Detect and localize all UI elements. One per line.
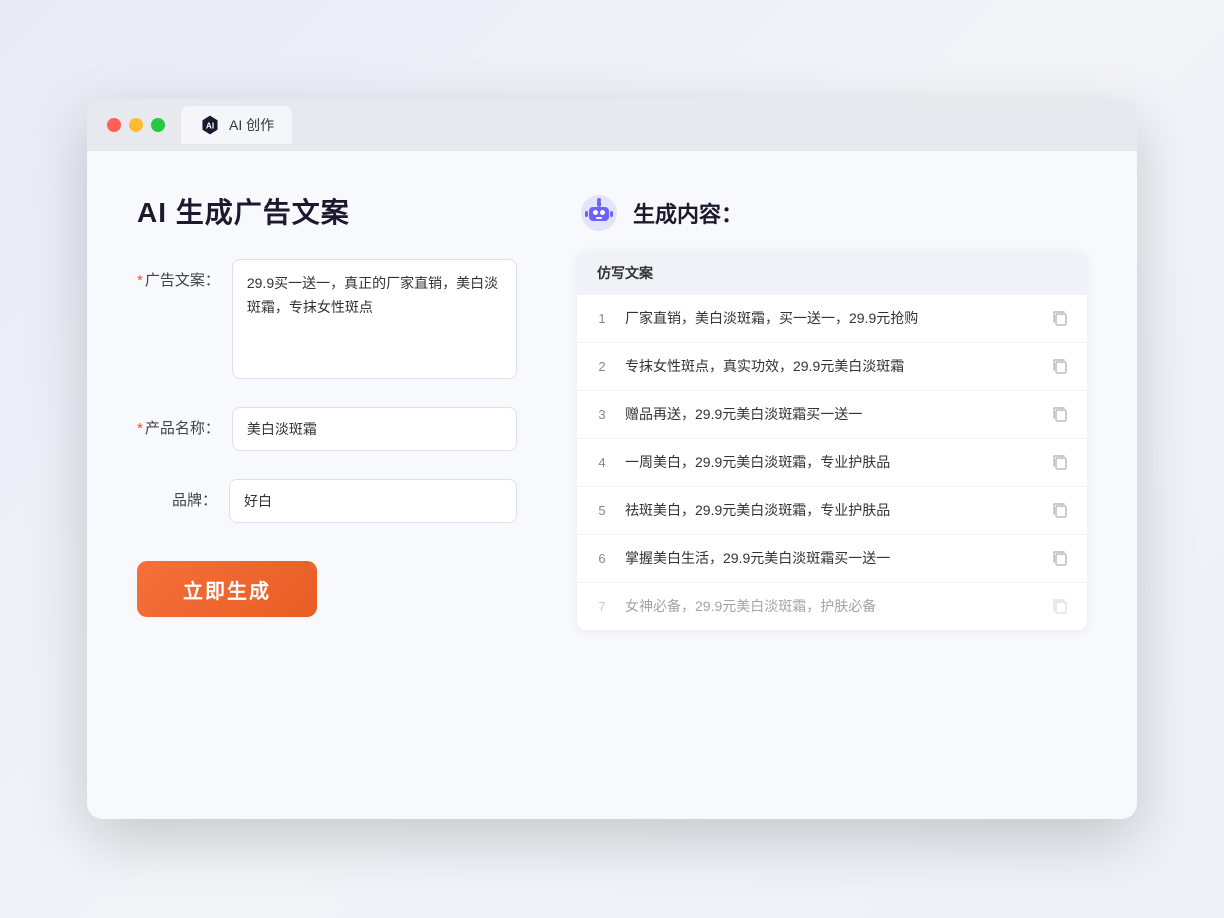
column-label: 仿写文案 [597, 265, 653, 281]
copy-icon[interactable] [1051, 405, 1071, 425]
ai-tab-icon: AI [199, 114, 221, 136]
brand-input[interactable] [229, 479, 517, 523]
row-text: 掌握美白生活，29.9元美白淡斑霜买一送一 [625, 548, 1037, 569]
product-input[interactable] [232, 407, 517, 451]
svg-text:AI: AI [206, 122, 214, 131]
brand-group: 品牌： [137, 479, 517, 523]
table-row: 1 厂家直销，美白淡斑霜，买一送一，29.9元抢购 [577, 295, 1087, 343]
close-button[interactable] [107, 118, 121, 132]
row-number: 3 [593, 407, 611, 422]
ad-copy-textarea[interactable]: 29.9买一送一，真正的厂家直销，美白淡斑霜，专抹女性斑点 [232, 259, 517, 379]
row-text: 专抹女性斑点，真实功效，29.9元美白淡斑霜 [625, 356, 1037, 377]
row-text: 厂家直销，美白淡斑霜，买一送一，29.9元抢购 [625, 308, 1037, 329]
maximize-button[interactable] [151, 118, 165, 132]
table-row: 2 专抹女性斑点，真实功效，29.9元美白淡斑霜 [577, 343, 1087, 391]
row-text: 祛斑美白，29.9元美白淡斑霜，专业护肤品 [625, 500, 1037, 521]
row-number: 1 [593, 311, 611, 326]
row-number: 4 [593, 455, 611, 470]
right-panel: 生成内容： 仿写文案 1 厂家直销，美白淡斑霜，买一送一，29.9元抢购 2 专… [577, 191, 1087, 779]
tab-label: AI 创作 [229, 115, 274, 135]
row-number: 2 [593, 359, 611, 374]
result-table: 仿写文案 1 厂家直销，美白淡斑霜，买一送一，29.9元抢购 2 专抹女性斑点，… [577, 251, 1087, 630]
robot-icon [577, 191, 621, 235]
table-rows-container: 1 厂家直销，美白淡斑霜，买一送一，29.9元抢购 2 专抹女性斑点，真实功效，… [577, 295, 1087, 630]
titlebar: AI AI 创作 [87, 99, 1137, 151]
row-number: 7 [593, 599, 611, 614]
table-header: 仿写文案 [577, 251, 1087, 295]
required-star-1: * [137, 272, 143, 289]
left-panel: AI 生成广告文案 *广告文案： 29.9买一送一，真正的厂家直销，美白淡斑霜，… [137, 191, 517, 779]
table-row: 3 赠品再送，29.9元美白淡斑霜买一送一 [577, 391, 1087, 439]
ad-copy-label: *广告文案： [137, 259, 220, 290]
product-group: *产品名称： [137, 407, 517, 451]
page-title: AI 生成广告文案 [137, 191, 517, 231]
copy-icon[interactable] [1051, 357, 1071, 377]
result-header: 生成内容： [577, 191, 1087, 235]
generate-button[interactable]: 立即生成 [137, 561, 317, 617]
copy-icon[interactable] [1051, 549, 1071, 569]
copy-icon[interactable] [1051, 453, 1071, 473]
copy-icon[interactable] [1051, 597, 1071, 617]
minimize-button[interactable] [129, 118, 143, 132]
row-text: 一周美白，29.9元美白淡斑霜，专业护肤品 [625, 452, 1037, 473]
main-content: AI 生成广告文案 *广告文案： 29.9买一送一，真正的厂家直销，美白淡斑霜，… [87, 151, 1137, 819]
row-text: 女神必备，29.9元美白淡斑霜，护肤必备 [625, 596, 1037, 617]
ad-copy-group: *广告文案： 29.9买一送一，真正的厂家直销，美白淡斑霜，专抹女性斑点 [137, 259, 517, 379]
table-row: 5 祛斑美白，29.9元美白淡斑霜，专业护肤品 [577, 487, 1087, 535]
table-row: 6 掌握美白生活，29.9元美白淡斑霜买一送一 [577, 535, 1087, 583]
ai-tab[interactable]: AI AI 创作 [181, 106, 292, 144]
copy-icon[interactable] [1051, 501, 1071, 521]
result-title: 生成内容： [633, 197, 743, 229]
brand-label: 品牌： [137, 479, 217, 510]
copy-icon[interactable] [1051, 309, 1071, 329]
traffic-lights [107, 118, 165, 132]
table-row: 7 女神必备，29.9元美白淡斑霜，护肤必备 [577, 583, 1087, 630]
row-text: 赠品再送，29.9元美白淡斑霜买一送一 [625, 404, 1037, 425]
table-row: 4 一周美白，29.9元美白淡斑霜，专业护肤品 [577, 439, 1087, 487]
row-number: 5 [593, 503, 611, 518]
browser-window: AI AI 创作 AI 生成广告文案 *广告文案： 29.9买一送一，真正的厂家… [87, 99, 1137, 819]
product-label: *产品名称： [137, 407, 220, 438]
required-star-2: * [137, 420, 143, 437]
row-number: 6 [593, 551, 611, 566]
content-area: AI 生成广告文案 *广告文案： 29.9买一送一，真正的厂家直销，美白淡斑霜，… [87, 151, 1137, 819]
